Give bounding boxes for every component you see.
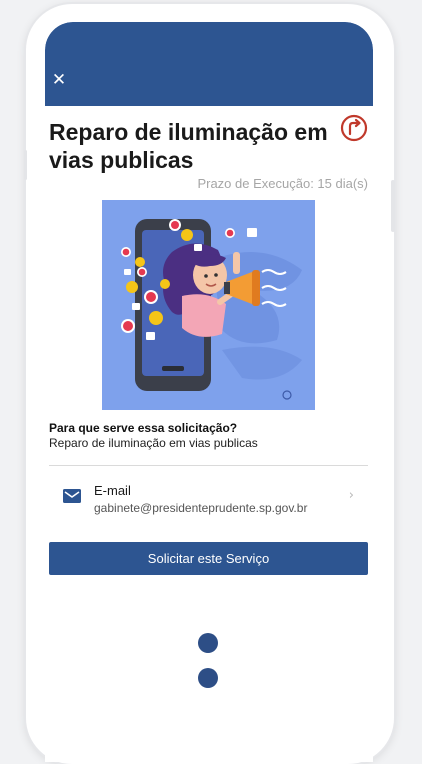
contact-email-row[interactable]: E-mail gabinete@presidenteprudente.sp.go… [49, 472, 368, 524]
contact-email: gabinete@presidenteprudente.sp.gov.br [94, 501, 308, 515]
page-title: Reparo de iluminação em vias publicas [49, 119, 328, 173]
deadline-text: Prazo de Execução: 15 dia(s) [197, 176, 368, 191]
mail-icon [63, 489, 81, 503]
close-icon[interactable]: ✕ [51, 72, 67, 89]
contact-type: E-mail [94, 483, 131, 498]
phone-volume-button [24, 150, 27, 180]
request-service-button[interactable]: Solicitar este Serviço [49, 542, 368, 575]
service-illustration [102, 200, 315, 410]
share-icon[interactable] [340, 114, 368, 142]
phone-side-button [391, 180, 395, 232]
app-header: ✕ [45, 22, 373, 106]
page-indicator-dot [198, 633, 218, 653]
purpose-label: Para que serve essa solicitação? [49, 421, 238, 435]
chevron-right-icon: › [348, 488, 354, 503]
divider [49, 465, 368, 466]
page-indicator-dot [198, 668, 218, 688]
purpose-description: Reparo de iluminação em vias publicas [49, 436, 258, 450]
